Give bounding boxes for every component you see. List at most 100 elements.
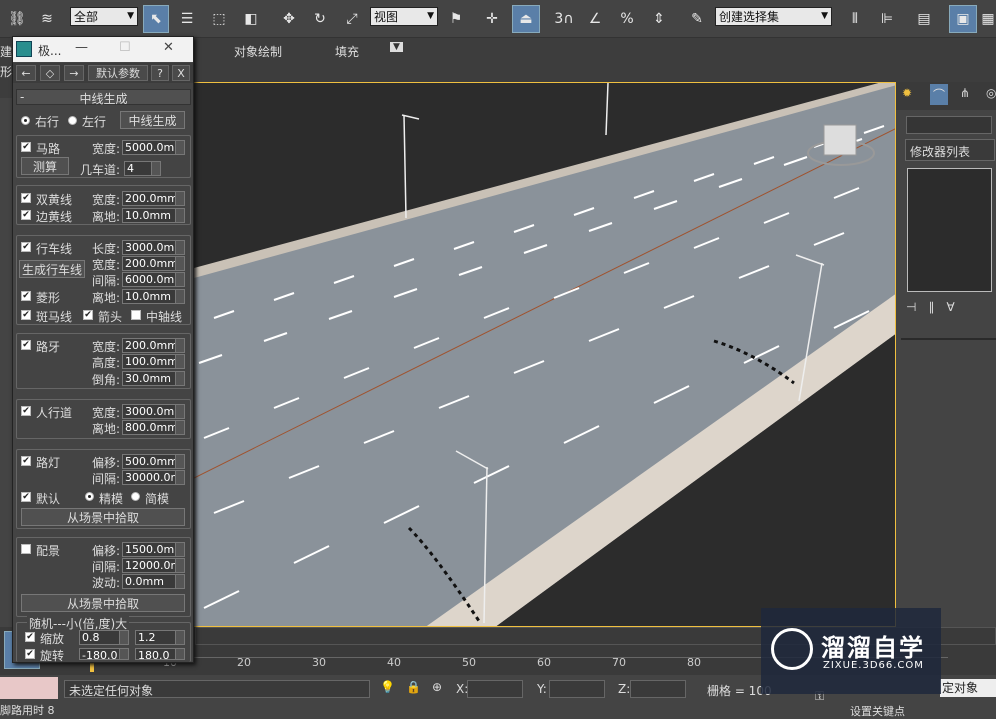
modifier-list-select[interactable]: 修改器列表 bbox=[905, 139, 995, 161]
lane-line-checkbox[interactable]: ✔ bbox=[21, 242, 31, 252]
keyboard-shortcut-override-icon[interactable]: ⏏ bbox=[512, 5, 540, 33]
motion-tab-icon[interactable]: ◎ bbox=[986, 86, 996, 100]
nav-close-button[interactable]: X bbox=[172, 65, 190, 81]
random-rotate-checkbox[interactable]: ✔ bbox=[25, 649, 35, 659]
perspective-viewport[interactable] bbox=[193, 82, 896, 627]
road-width-input[interactable]: 5000.0mm bbox=[122, 140, 185, 155]
modifier-stack[interactable] bbox=[907, 168, 992, 292]
create-tab-icon[interactable]: ✹ bbox=[902, 86, 912, 100]
help-button[interactable]: ? bbox=[151, 65, 169, 81]
mirror-icon[interactable]: ⫴ bbox=[842, 5, 868, 33]
scenery-gap-input[interactable]: 12000.0mm bbox=[122, 558, 185, 573]
left-lane-radio[interactable] bbox=[68, 116, 77, 125]
lanes-input[interactable]: 4 bbox=[124, 161, 161, 176]
median-checkbox[interactable] bbox=[131, 310, 141, 320]
diamond-offset-input[interactable]: 10.0mm bbox=[122, 289, 185, 304]
object-name-field[interactable] bbox=[906, 116, 992, 134]
streetlight-checkbox[interactable]: ✔ bbox=[21, 456, 31, 466]
lock-selection-icon[interactable]: 🔒 bbox=[406, 680, 421, 694]
diamond-checkbox[interactable]: ✔ bbox=[21, 291, 31, 301]
close-icon[interactable]: ✕ bbox=[163, 40, 174, 55]
streetlight-offset-input[interactable]: 500.0mm bbox=[122, 454, 185, 469]
select-manipulate-icon[interactable]: ✛ bbox=[479, 5, 505, 33]
scale-icon[interactable]: ⤢ bbox=[339, 5, 365, 33]
selected-key-filter[interactable]: 定对象 bbox=[940, 679, 996, 697]
road-checkbox[interactable]: ✔ bbox=[21, 142, 31, 152]
scenery-pick-button[interactable]: 从场景中拾取 bbox=[21, 594, 185, 612]
scene-explorer-icon[interactable]: ▦ bbox=[980, 5, 996, 33]
z-coordinate-field[interactable] bbox=[630, 680, 686, 698]
y-coordinate-field[interactable] bbox=[549, 680, 605, 698]
sidewalk-width-input[interactable]: 3000.0mm bbox=[122, 404, 185, 419]
edge-yellow-checkbox[interactable]: ✔ bbox=[21, 210, 31, 220]
pivot-center-icon[interactable]: ⚑ bbox=[443, 5, 469, 33]
modify-tab-icon[interactable]: ⌒ bbox=[930, 84, 949, 105]
tab-object-paint[interactable]: 对象绘制 bbox=[234, 43, 282, 60]
minimize-icon[interactable]: — bbox=[75, 40, 88, 55]
right-lane-radio[interactable] bbox=[21, 116, 30, 125]
scenery-checkbox[interactable] bbox=[21, 544, 31, 554]
double-yellow-checkbox[interactable]: ✔ bbox=[21, 193, 31, 203]
toggle-ribbon-icon[interactable]: ▣ bbox=[949, 5, 977, 33]
curb-chamfer-input[interactable]: 30.0mm bbox=[122, 371, 185, 386]
double-yellow-width-input[interactable]: 200.0mm bbox=[122, 191, 185, 206]
reference-coordinate-select[interactable]: 视图 ▼ bbox=[370, 7, 438, 26]
move-icon[interactable]: ✥ bbox=[276, 5, 302, 33]
rectangle-selection-icon[interactable]: ⬚ bbox=[206, 5, 232, 33]
streetlight-pick-button[interactable]: 从场景中拾取 bbox=[21, 508, 185, 526]
streetlight-gap-input[interactable]: 30000.0mm bbox=[122, 470, 185, 485]
edit-named-selection-icon[interactable]: ✎ bbox=[684, 5, 710, 33]
time-marker[interactable] bbox=[90, 662, 94, 672]
tab-fill[interactable]: 填充 bbox=[335, 43, 359, 60]
snap-toggle-icon[interactable]: 3 ∩ bbox=[550, 5, 578, 33]
spinner-snap-icon[interactable]: ⇕ bbox=[646, 5, 672, 33]
nav-forward-button[interactable]: → bbox=[64, 65, 84, 81]
edge-yellow-offset-input[interactable]: 10.0mm bbox=[122, 208, 185, 223]
show-end-result-icon[interactable]: ∥ bbox=[928, 300, 946, 314]
percent-snap-icon[interactable]: % bbox=[614, 5, 640, 33]
random-scale-min-input[interactable]: 0.8 bbox=[79, 630, 129, 645]
random-scale-checkbox[interactable]: ✔ bbox=[25, 632, 35, 642]
scenery-wave-input[interactable]: 0.0mm bbox=[122, 574, 185, 589]
isolate-icon[interactable]: 💡 bbox=[380, 680, 395, 694]
generate-lane-line-button[interactable]: 生成行车线 bbox=[19, 260, 85, 278]
simple-model-radio[interactable] bbox=[131, 492, 140, 501]
link-icon[interactable]: ⛓ bbox=[4, 5, 30, 33]
random-rotate-min-input[interactable]: -180.0 bbox=[79, 648, 129, 660]
select-by-name-icon[interactable]: ☰ bbox=[174, 5, 200, 33]
pin-stack-icon[interactable]: ⊣ bbox=[906, 300, 928, 314]
lane-line-length-input[interactable]: 3000.0mm bbox=[122, 240, 185, 255]
window-crossing-icon[interactable]: ◧ bbox=[238, 5, 264, 33]
x-coordinate-field[interactable] bbox=[467, 680, 523, 698]
scenery-offset-input[interactable]: 1500.0mm bbox=[122, 542, 185, 557]
absolute-mode-icon[interactable]: ⊕ bbox=[432, 680, 442, 694]
named-selection-set-select[interactable]: 创建选择集 ▼ bbox=[715, 7, 832, 26]
make-unique-icon[interactable]: ∀ bbox=[946, 300, 966, 314]
plugin-title-bar[interactable]: 极... — ☐ ✕ bbox=[13, 37, 193, 62]
unlink-icon[interactable]: ≋ bbox=[34, 5, 60, 33]
layer-manager-icon[interactable]: ▤ bbox=[911, 5, 937, 33]
curb-height-input[interactable]: 100.0mm bbox=[122, 354, 185, 369]
default-params-button[interactable]: 默认参数 bbox=[88, 65, 148, 81]
measure-button[interactable]: 测算 bbox=[21, 157, 69, 175]
hierarchy-tab-icon[interactable]: ⋔ bbox=[960, 86, 970, 100]
curb-checkbox[interactable]: ✔ bbox=[21, 340, 31, 350]
centerline-rollout-header[interactable]: - 中线生成 bbox=[16, 89, 191, 106]
centerline-generate-button[interactable]: 中线生成 bbox=[120, 111, 185, 129]
random-scale-max-input[interactable]: 1.2 bbox=[135, 630, 185, 645]
lane-line-gap-input[interactable]: 6000.0mm bbox=[122, 272, 185, 287]
curb-width-input[interactable]: 200.0mm bbox=[122, 338, 185, 353]
maxscript-listener[interactable] bbox=[0, 677, 58, 699]
lane-line-width-input[interactable]: 200.0mm bbox=[122, 256, 185, 271]
rotate-icon[interactable]: ↻ bbox=[307, 5, 333, 33]
align-icon[interactable]: ⊫ bbox=[874, 5, 900, 33]
nav-back-button[interactable]: ← bbox=[16, 65, 36, 81]
zebra-checkbox[interactable]: ✔ bbox=[21, 310, 31, 320]
angle-snap-icon[interactable]: ∠ bbox=[582, 5, 608, 33]
selection-filter-select[interactable]: 全部 ▼ bbox=[70, 7, 138, 26]
random-rotate-max-input[interactable]: 180.0 bbox=[135, 648, 185, 660]
fine-model-radio[interactable] bbox=[85, 492, 94, 501]
default-light-checkbox[interactable]: ✔ bbox=[21, 492, 31, 502]
sidewalk-offset-input[interactable]: 800.0mm bbox=[122, 420, 185, 435]
ribbon-options-icon[interactable]: ▼ bbox=[390, 42, 403, 52]
